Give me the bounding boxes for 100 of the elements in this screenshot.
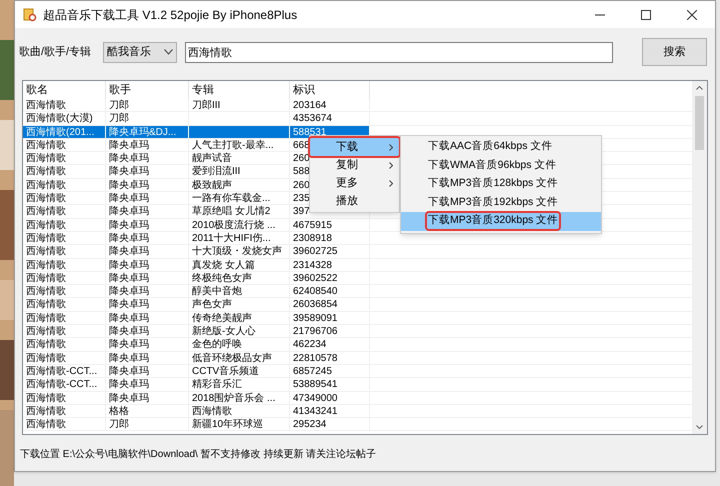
table-cell: 爱到泪流III (192, 166, 240, 178)
table-row[interactable]: 西海情歌 降央卓玛 声色女声 26036854 (23, 298, 692, 312)
table-row[interactable]: 西海情歌 降央卓玛 金色的呼唤 462234 (23, 338, 692, 352)
table-cell: 西海情歌 (26, 406, 66, 417)
table-cell: 降央卓玛 (109, 366, 149, 377)
table-cell: 西海情歌 (26, 100, 66, 111)
table-cell: 刀郎 (109, 419, 129, 430)
table-cell: 一路有你车载金... (192, 193, 270, 204)
table-cell: 西海情歌 (26, 286, 66, 298)
table-cell: 降央卓玛 (109, 180, 149, 191)
menu-item[interactable]: 下载AAC音质64kbps 文件 (401, 138, 601, 156)
column-header[interactable]: 专辑 (189, 81, 290, 99)
table-cell: 39602522 (293, 272, 338, 284)
menu-item[interactable]: 下载WMA音质96kbps 文件 (401, 156, 601, 175)
table-row[interactable]: 西海情歌 降央卓玛 新绝版-女人心 21796706 (23, 325, 692, 338)
scrollbar-thumb[interactable] (695, 96, 704, 150)
table-cell: 降央卓玛 (109, 326, 149, 338)
menu-item[interactable]: 下载MP3音质320kbps 文件 (401, 212, 601, 230)
table-cell: 39602725 (293, 246, 338, 258)
table-cell: 降央卓玛 (109, 339, 149, 350)
table-cell: 刀郎III (192, 100, 220, 111)
table-cell: 西海情歌 (26, 260, 66, 271)
table-cell: 2018围炉音乐会 ... (192, 392, 276, 404)
column-header[interactable]: 歌名 (23, 81, 106, 99)
table-cell: 2011十大HIFI伤... (192, 232, 271, 244)
table-cell: 草原绝唱 女儿情2 (192, 206, 270, 218)
table-cell: 降央卓玛 (109, 246, 149, 258)
table-cell: 降央卓玛 (109, 379, 149, 390)
table-cell: 西海情歌 (26, 193, 66, 204)
table-row[interactable]: 西海情歌 降央卓玛 醇美中音炮 62408540 (23, 285, 692, 298)
search-button[interactable]: 搜索 (642, 38, 707, 66)
table-cell: 22810578 (293, 352, 338, 364)
table-cell: 41343241 (293, 406, 338, 417)
chevron-down-icon (696, 425, 703, 429)
table-cell: 21796706 (293, 326, 338, 338)
column-header[interactable]: 歌手 (106, 81, 189, 99)
table-row[interactable]: 西海情歌 降央卓玛 传奇绝美靓声 39589091 (23, 312, 692, 326)
table-cell: 降央卓玛 (109, 352, 149, 364)
table-row[interactable]: 西海情歌 刀郎 新疆10年环球巡 295234 (23, 418, 692, 432)
table-row[interactable]: 西海情歌 降央卓玛 2018围炉音乐会 ... 47349000 (23, 392, 692, 405)
menu-item[interactable]: 下载 (310, 138, 399, 156)
scrollbar[interactable] (692, 81, 707, 434)
table-cell: 降央卓玛 (109, 220, 149, 231)
menu-item[interactable]: 复制 (310, 156, 399, 174)
table-cell: 西海情歌-CCT... (26, 379, 98, 390)
table-cell: 462234 (293, 339, 326, 350)
table-cell: 203164 (293, 100, 326, 111)
table-cell: 降央卓玛 (109, 299, 149, 310)
table-cell: 极致靓声 (192, 180, 232, 191)
table-cell: 降央卓玛 (109, 193, 149, 204)
table-cell: 2010极度流行烧 ... (192, 220, 276, 231)
search-field[interactable]: 西海情歌 (185, 42, 614, 62)
table-cell: 西海情歌 (26, 180, 66, 191)
table-row[interactable]: 西海情歌 降央卓玛 十大顶级・发烧女声 39602725 (23, 245, 692, 259)
table-row[interactable]: 西海情歌 格格 西海情歌 41343241 (23, 404, 692, 418)
table-cell: 588531 (293, 126, 326, 138)
table-cell: 靓声试音 (192, 153, 232, 164)
table-cell: 新绝版-女人心 (192, 326, 256, 338)
table-cell: 真发烧 女人篇 (192, 260, 255, 271)
table-cell: 西海情歌 (26, 392, 66, 404)
table-cell: 西海情歌(201... (26, 126, 94, 138)
table-row[interactable]: 西海情歌-CCT... 降央卓玛 精彩音乐汇 53889541 (23, 378, 692, 392)
table-cell: 西海情歌 (26, 339, 66, 350)
table-row[interactable]: 西海情歌 刀郎 刀郎III 203164 (23, 99, 692, 112)
table-cell: 西海情歌(大漠) (26, 113, 93, 124)
table-cell: 降央卓玛 (109, 140, 149, 151)
column-header[interactable]: 标识 (290, 81, 370, 99)
table-row[interactable]: 西海情歌-CCT... 降央卓玛 CCTV音乐频道 6857245 (23, 364, 692, 378)
table-cell: 西海情歌 (26, 272, 66, 284)
table-cell: 金色的呼唤 (192, 339, 242, 350)
table-cell: 260 (293, 180, 310, 191)
table-cell: 降央卓玛 (109, 166, 149, 178)
table-cell: 西海情歌 (26, 246, 66, 258)
table-row[interactable]: 西海情歌 降央卓玛 低音环绕极品女声 22810578 (23, 352, 692, 365)
table-cell: 2308918 (293, 232, 332, 244)
table-cell: 26036854 (293, 299, 338, 310)
table-cell: 西海情歌 (26, 220, 66, 231)
table-cell: 降央卓玛 (109, 272, 149, 284)
table-cell: 39589091 (293, 312, 338, 324)
chevron-down-icon (164, 49, 174, 55)
table-cell: 397 (293, 206, 310, 218)
table-cell: 62408540 (293, 286, 338, 298)
table-cell: 降央卓玛 (109, 153, 149, 164)
table-cell: 刀郎 (109, 113, 129, 124)
table-cell: 西海情歌 (26, 166, 66, 178)
menu-item[interactable]: 下载MP3音质128kbps 文件 (401, 175, 601, 194)
table-row[interactable]: 西海情歌 降央卓玛 终极纯色女声 39602522 (23, 272, 692, 286)
table-cell: 人气主打歌-最幸... (192, 140, 274, 151)
table-cell: 降央卓玛 (109, 392, 149, 404)
table-cell: 新疆10年环球巡 (192, 419, 264, 430)
menu-item[interactable]: 更多 (310, 174, 399, 192)
table-cell: 260 (293, 153, 310, 164)
table-cell: 西海情歌 (26, 312, 66, 324)
table-cell: 588 (293, 166, 310, 178)
source-dropdown[interactable]: 酷我音乐 (103, 42, 178, 62)
table-cell: 醇美中音炮 (192, 286, 242, 298)
maximize-icon (641, 10, 651, 20)
table-cell: 传奇绝美靓声 (192, 312, 252, 324)
status-text: 下载位置 E:\公众号\电脑软件\Download\ 暂不支持修改 持续更新 请关注论坛帖子 (20, 448, 376, 462)
table-row[interactable]: 西海情歌 降央卓玛 真发烧 女人篇 2314328 (23, 258, 692, 272)
